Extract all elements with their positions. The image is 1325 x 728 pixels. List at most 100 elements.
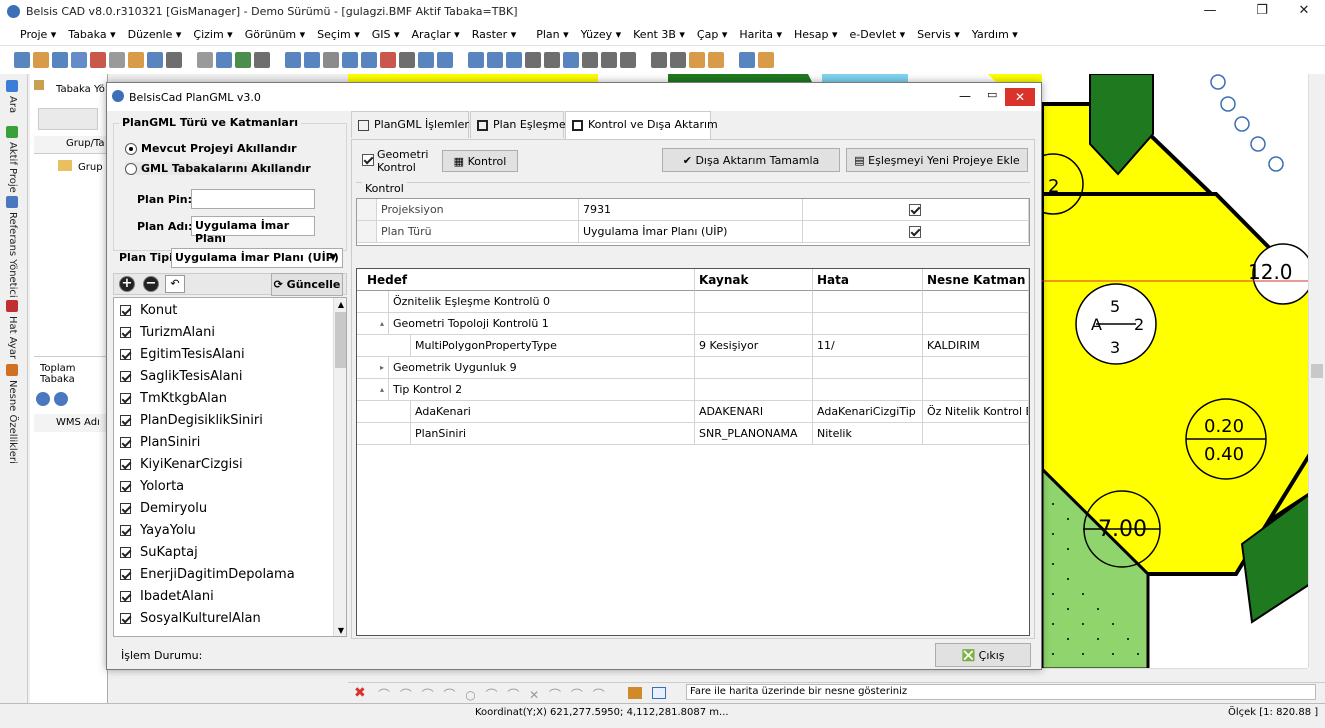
checkbox-icon[interactable]	[120, 415, 131, 426]
map-horizontal-scrollbar[interactable]	[348, 668, 1308, 682]
layer-list-item[interactable]: TurizmAlani	[118, 322, 328, 344]
cancel-icon[interactable]: ✖	[354, 686, 368, 700]
toolbar-tool-icon[interactable]	[468, 52, 484, 68]
toolbar-tool-icon[interactable]	[361, 52, 377, 68]
toolbar-tool-icon[interactable]	[544, 52, 560, 68]
layer-list-item[interactable]: EnerjiDagitimDepolama	[118, 564, 328, 586]
layers-stack-icon[interactable]	[628, 687, 642, 699]
side-tab-hat-ayar[interactable]: Hat Ayar	[6, 300, 18, 359]
plan-adi-input[interactable]: Uygulama İmar Planı	[191, 216, 315, 245]
checkbox-icon[interactable]	[120, 503, 131, 514]
expand-toggle-icon[interactable]: ▸	[357, 357, 389, 379]
toolbar-tool-icon[interactable]	[147, 52, 163, 68]
menu-item[interactable]: e-Devlet ▾	[844, 24, 912, 45]
side-tab-nesne[interactable]: Nesne Özellikleri	[6, 364, 18, 464]
menu-item[interactable]: Plan ▾	[530, 24, 574, 45]
checkbox-icon[interactable]	[120, 349, 131, 360]
checkbox-icon[interactable]	[120, 459, 131, 470]
column-header-hedef[interactable]: Hedef	[357, 269, 695, 291]
menu-item[interactable]: Görünüm ▾	[239, 24, 311, 45]
toolbar-tool-icon[interactable]	[601, 52, 617, 68]
toolbar-tool-icon[interactable]	[758, 52, 774, 68]
side-tab-referans[interactable]: Referans Yönetici	[6, 196, 18, 298]
radio-gml-tabakalari[interactable]: GML Tabakalarını Akıllandır	[125, 162, 311, 175]
toolbar-tool-icon[interactable]	[304, 52, 320, 68]
checkbox-icon[interactable]	[120, 481, 131, 492]
undo-icon[interactable]: ↶	[165, 275, 185, 293]
checkbox-icon[interactable]	[120, 437, 131, 448]
tab-plan-eslesme[interactable]: Plan Eşleşme	[470, 111, 566, 138]
layer-list-item[interactable]: PlanSiniri	[118, 432, 328, 454]
scroll-up-icon[interactable]: ▲	[334, 298, 346, 312]
toolbar-tool-icon[interactable]	[254, 52, 270, 68]
add-wms-icon[interactable]	[36, 392, 50, 406]
checkbox-icon[interactable]	[120, 547, 131, 558]
add-layer-icon[interactable]: +	[119, 276, 135, 292]
toolbar-tool-icon[interactable]	[739, 52, 755, 68]
toolbar-tool-icon[interactable]	[216, 52, 232, 68]
toolbar-tool-icon[interactable]	[620, 52, 636, 68]
eslesme-ekle-button[interactable]: ▤ Eşleşmeyi Yeni Projeye Ekle	[846, 148, 1028, 172]
layer-list-item[interactable]: TmKtkgbAlan	[118, 388, 328, 410]
tab-plangml-islemleri[interactable]: PlanGML İşlemleri	[351, 111, 472, 138]
toolbar-tool-icon[interactable]	[342, 52, 358, 68]
toolbar-tool-icon[interactable]	[487, 52, 503, 68]
checkbox-icon[interactable]	[120, 393, 131, 404]
layer-list-item[interactable]: SaglikTesisAlani	[118, 366, 328, 388]
restore-icon[interactable]: ❐	[1239, 0, 1285, 24]
expand-toggle-icon[interactable]: ▴	[357, 379, 389, 401]
checkbox-icon[interactable]	[120, 525, 131, 536]
scroll-thumb[interactable]	[1311, 364, 1323, 378]
toolbar-tool-icon[interactable]	[197, 52, 213, 68]
toolbar-tool-icon[interactable]	[689, 52, 705, 68]
layer-list-item[interactable]: IbadetAlani	[118, 586, 328, 608]
toolbar-tool-icon[interactable]	[235, 52, 251, 68]
toolbar-tool-icon[interactable]	[582, 52, 598, 68]
snap-icons[interactable]: ⌒ ⌒ ⌒ ⌒ ○ ⌒ ⌒ ✕ ⌒ ⌒ ⌒	[378, 686, 668, 702]
toolbar-tool-icon[interactable]	[399, 52, 415, 68]
prop-check-cell[interactable]	[803, 221, 1029, 243]
menu-item[interactable]: Proje ▾	[14, 24, 62, 45]
column-header-kaynak[interactable]: Kaynak	[695, 269, 813, 291]
menu-item[interactable]: Kent 3B ▾	[627, 24, 691, 45]
menu-item[interactable]: Seçim ▾	[311, 24, 366, 45]
checkbox-icon[interactable]	[120, 305, 131, 316]
layer-list-item[interactable]: PlanDegisiklikSiniri	[118, 410, 328, 432]
cikis-button[interactable]: ❎ Çıkış	[935, 643, 1031, 667]
select-icon[interactable]	[652, 687, 666, 699]
toolbar-tool-icon[interactable]	[380, 52, 396, 68]
layer-list-scrollbar[interactable]: ▲ ▼	[333, 298, 346, 636]
toolbar-tool-icon[interactable]	[670, 52, 686, 68]
plan-tipi-select[interactable]: Uygulama İmar Planı (UİP)	[171, 248, 343, 268]
menu-item[interactable]: GIS ▾	[366, 24, 406, 45]
column-header-nesne-katman[interactable]: Nesne Katman	[923, 269, 1029, 291]
toolbar-tool-icon[interactable]	[437, 52, 453, 68]
checkbox-icon[interactable]	[120, 613, 131, 624]
layer-list-item[interactable]: SosyalKulturelAlan	[118, 608, 328, 630]
tab-kontrol-disa-aktarim[interactable]: Kontrol ve Dışa Aktarım	[565, 111, 718, 139]
menu-item[interactable]: Servis ▾	[911, 24, 966, 45]
menu-item[interactable]: Çap ▾	[691, 24, 733, 45]
checkbox-icon[interactable]	[120, 591, 131, 602]
toolbar-tool-icon[interactable]	[52, 52, 68, 68]
close-icon[interactable]: ✕	[1281, 0, 1325, 24]
expand-toggle-icon[interactable]: ▴	[357, 313, 389, 335]
toolbar-tool-icon[interactable]	[71, 52, 87, 68]
dialog-close-icon[interactable]: ✕	[1005, 88, 1035, 106]
toolbar-tool-icon[interactable]	[90, 52, 106, 68]
checkbox-icon[interactable]	[120, 371, 131, 382]
dialog-minimize-icon[interactable]: —	[959, 89, 971, 103]
column-header-hata[interactable]: Hata	[813, 269, 923, 291]
checkbox-icon[interactable]	[120, 327, 131, 338]
menu-item[interactable]: Raster ▾	[466, 24, 523, 45]
toolbar-tool-icon[interactable]	[506, 52, 522, 68]
menu-item[interactable]: Harita ▾	[733, 24, 788, 45]
chevron-down-icon[interactable]: ▼	[325, 249, 341, 267]
layer-list-item[interactable]: KiyiKenarCizgisi	[118, 454, 328, 476]
menu-item[interactable]: Yüzey ▾	[575, 24, 628, 45]
toolbar-tool-icon[interactable]	[323, 52, 339, 68]
scroll-down-icon[interactable]: ▼	[334, 624, 346, 636]
layer-list-item[interactable]: Demiryolu	[118, 498, 328, 520]
layer-list-item[interactable]: SuKaptaj	[118, 542, 328, 564]
side-tab-ara[interactable]: Ara	[6, 80, 18, 113]
